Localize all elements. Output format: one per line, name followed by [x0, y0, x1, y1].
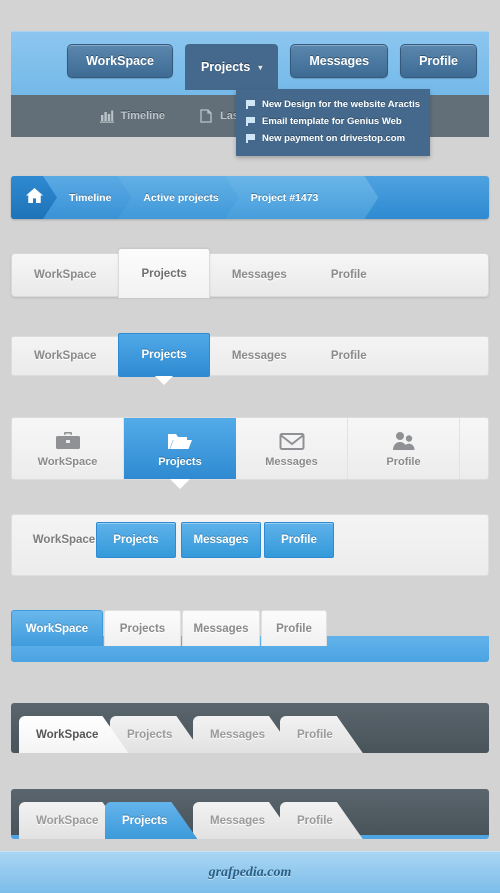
- dropdown-item-0[interactable]: New Design for the website Aractis: [236, 96, 430, 113]
- tab-workspace-label: WorkSpace: [25, 622, 89, 635]
- tab-workspace-label: WorkSpace: [36, 814, 99, 827]
- tab-workspace[interactable]: WorkSpace: [12, 337, 118, 375]
- header-button-workspace-label: WorkSpace: [86, 54, 154, 68]
- tab-profile-label: Profile: [297, 728, 333, 741]
- tab-messages[interactable]: Messages: [210, 337, 309, 375]
- header-button-profile-label: Profile: [419, 54, 458, 68]
- tabset-blue-selected: WorkSpace Projects Messages Profile: [11, 333, 489, 385]
- breadcrumb-item-active-projects[interactable]: Active projects: [117, 176, 238, 219]
- tab-workspace-label: WorkSpace: [32, 534, 96, 546]
- tab-messages-label: Messages: [193, 622, 249, 635]
- header-button-messages-label: Messages: [309, 54, 370, 68]
- tab-projects[interactable]: Projects: [96, 522, 176, 558]
- tabset-light-on-blue: WorkSpace Projects Messages Profile: [11, 606, 489, 662]
- dropdown-item-1-label: Email template for Genius Web: [262, 116, 402, 127]
- tab-workspace[interactable]: WorkSpace: [11, 610, 103, 646]
- tab-workspace-label: WorkSpace: [36, 728, 99, 741]
- footer-brand: grafpedia.com: [208, 864, 292, 880]
- breadcrumb-item-project-label: Project #1473: [250, 191, 319, 204]
- tab-messages[interactable]: Messages: [210, 254, 309, 296]
- flag-icon: [246, 100, 255, 109]
- tab-messages[interactable]: Messages: [193, 716, 295, 753]
- dropdown-item-0-label: New Design for the website Aractis: [262, 99, 421, 110]
- tab-messages[interactable]: Messages: [193, 802, 295, 839]
- top-header-bar: WorkSpace Projects ▾ Messages Profile: [11, 31, 489, 95]
- home-icon: [25, 187, 44, 209]
- breadcrumb-item-project[interactable]: Project #1473: [225, 176, 379, 219]
- tab-profile-label: Profile: [281, 534, 317, 546]
- tabset-plain-light: WorkSpace Projects Messages Profile: [11, 249, 489, 298]
- tab-workspace[interactable]: WorkSpace: [12, 418, 124, 479]
- tab-projects[interactable]: Projects: [118, 249, 210, 298]
- tab-projects[interactable]: Projects: [104, 610, 181, 646]
- tab-projects-label: Projects: [122, 814, 168, 827]
- briefcase-icon: [55, 430, 81, 452]
- header-button-projects-label: Projects: [200, 60, 251, 74]
- tab-profile[interactable]: Profile: [264, 522, 334, 558]
- header-button-row: WorkSpace Projects ▾ Messages Profile: [67, 44, 477, 90]
- tab-profile[interactable]: Profile: [348, 418, 460, 479]
- tab-workspace-label: WorkSpace: [34, 350, 97, 362]
- header-button-projects[interactable]: Projects ▾: [184, 44, 279, 90]
- tab-workspace-label: WorkSpace: [34, 269, 97, 281]
- toolbar-item-timeline-label: Timeline: [120, 110, 166, 122]
- footer-bar: grafpedia.com: [0, 851, 500, 893]
- tab-workspace[interactable]: WorkSpace: [12, 254, 118, 296]
- header-button-messages[interactable]: Messages: [290, 44, 389, 78]
- chevron-down-icon: ▾: [258, 62, 263, 72]
- tab-profile-label: Profile: [330, 350, 367, 362]
- tab-messages[interactable]: Messages: [236, 418, 348, 479]
- tab-messages-label: Messages: [231, 269, 287, 281]
- dropdown-item-2[interactable]: New payment on drivestop.com: [236, 130, 430, 147]
- showcase-page: WorkSpace Projects ▾ Messages Profile Ti…: [0, 0, 500, 893]
- tab-profile[interactable]: Profile: [280, 802, 363, 839]
- tab-profile-label: Profile: [297, 814, 333, 827]
- tab-projects-label: Projects: [113, 534, 159, 546]
- tab-profile[interactable]: Profile: [309, 254, 389, 296]
- tab-profile-label: Profile: [330, 269, 367, 281]
- tab-messages-label: Messages: [210, 728, 265, 741]
- flag-icon: [246, 117, 255, 126]
- flag-icon: [246, 134, 255, 143]
- tab-messages-label: Messages: [265, 455, 318, 468]
- tab-projects[interactable]: Projects: [124, 418, 236, 489]
- tab-messages-label: Messages: [210, 814, 265, 827]
- tab-workspace-label: WorkSpace: [37, 455, 98, 468]
- projects-dropdown-menu[interactable]: New Design for the website Aractis Email…: [236, 89, 430, 156]
- tab-profile-label: Profile: [386, 455, 421, 468]
- tabset-blue-pills: WorkSpace Projects Messages Profile: [11, 514, 489, 576]
- dropdown-item-1[interactable]: Email template for Genius Web: [236, 113, 430, 130]
- tabset-icon-tabs: WorkSpace Projects Messages Profile: [11, 417, 489, 489]
- folder-icon: [167, 430, 193, 452]
- tab-projects-label: Projects: [141, 267, 187, 280]
- tabset-folder-dark: WorkSpace Projects Messages Profile: [11, 703, 489, 753]
- bar-chart-icon: [99, 109, 114, 123]
- document-icon: [199, 109, 213, 123]
- toolbar-item-timeline[interactable]: Timeline: [99, 109, 166, 123]
- tab-profile[interactable]: Profile: [309, 337, 389, 375]
- header-button-profile[interactable]: Profile: [400, 44, 477, 78]
- tab-projects-label: Projects: [158, 455, 202, 468]
- tab-projects-label: Projects: [119, 622, 166, 635]
- tab-profile[interactable]: Profile: [280, 716, 363, 753]
- tab-projects-label: Projects: [141, 349, 187, 361]
- breadcrumb-item-timeline-label: Timeline: [69, 191, 112, 204]
- tab-messages[interactable]: Messages: [182, 610, 260, 646]
- tab-messages[interactable]: Messages: [181, 522, 261, 558]
- tab-messages-label: Messages: [193, 534, 249, 546]
- tab-messages-label: Messages: [231, 350, 287, 362]
- breadcrumb-item-active-projects-label: Active projects: [143, 191, 219, 204]
- breadcrumb: Timeline Active projects Project #1473: [11, 176, 489, 219]
- tab-profile-label: Profile: [276, 622, 312, 635]
- tab-projects-label: Projects: [127, 728, 173, 741]
- users-icon: [391, 430, 417, 452]
- tab-projects[interactable]: Projects: [105, 802, 197, 839]
- envelope-icon: [279, 430, 305, 452]
- tab-profile[interactable]: Profile: [261, 610, 327, 646]
- header-button-workspace[interactable]: WorkSpace: [67, 44, 173, 78]
- tab-projects[interactable]: Projects: [118, 333, 210, 385]
- tabset-folder-dark-blue: WorkSpace Projects Messages Profile: [11, 789, 489, 839]
- dropdown-item-2-label: New payment on drivestop.com: [262, 133, 406, 144]
